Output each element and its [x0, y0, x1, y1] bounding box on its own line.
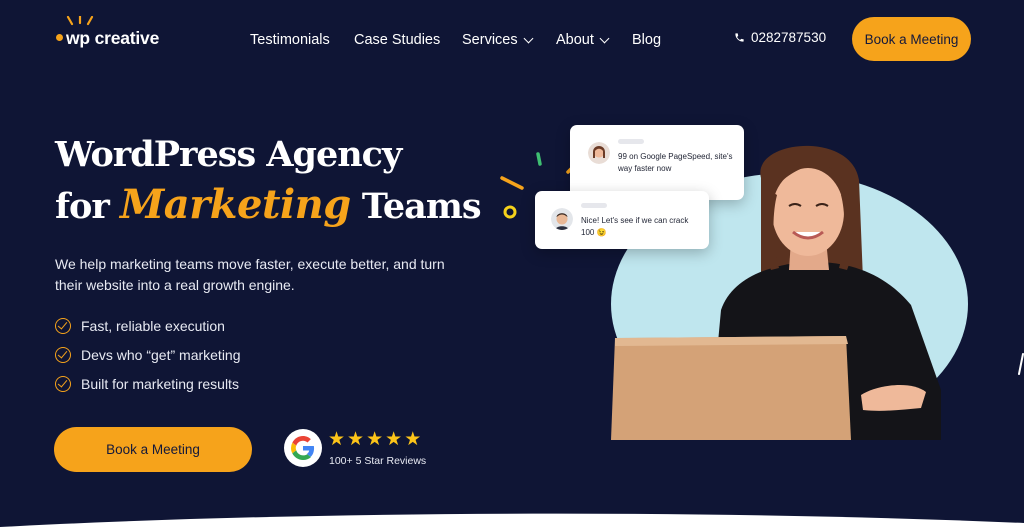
star-icon: ★ — [347, 429, 365, 450]
google-icon — [284, 429, 322, 467]
nav-item-about[interactable]: About — [556, 30, 632, 50]
benefit-item: Devs who “get” marketing — [55, 340, 241, 369]
hero-title-for: for — [55, 186, 110, 227]
book-meeting-hero-button[interactable]: Book a Meeting — [54, 427, 252, 472]
chat-name-placeholder — [618, 139, 644, 144]
nav-item-testimonials[interactable]: Testimonials — [250, 30, 354, 50]
phone-link[interactable]: 0282787530 — [734, 30, 826, 45]
benefit-list: Fast, reliable execution Devs who “get” … — [55, 311, 241, 398]
site-header: wp creative Testimonials Case Studies Se… — [0, 0, 1024, 78]
chevron-down-icon — [523, 33, 534, 43]
check-circle-icon — [55, 317, 71, 334]
nav-label: Testimonials — [250, 32, 330, 48]
chat-card-pagespeed: 99 on Google PageSpeed, site's way faste… — [570, 125, 744, 200]
benefit-item: Built for marketing results — [55, 369, 241, 398]
star-rating: ★ ★ ★ ★ ★ — [328, 430, 421, 450]
bottom-wave-divider — [0, 513, 1024, 529]
avatar-woman-icon — [588, 142, 610, 164]
phone-number: 0282787530 — [751, 30, 827, 45]
benefit-item: Fast, reliable execution — [55, 311, 241, 340]
hero-title: WordPress Agency for Marketing Teams — [55, 130, 482, 232]
nav-label: Services — [462, 32, 518, 48]
check-circle-icon — [55, 375, 71, 392]
chat-message-1: 99 on Google PageSpeed, site's way faste… — [618, 152, 733, 173]
hero-title-end: Teams — [361, 186, 482, 227]
reviews-count: 100+ 5 Star Reviews — [329, 455, 427, 467]
star-icon: ★ — [366, 429, 384, 450]
nav-item-services[interactable]: Services — [462, 30, 556, 50]
chat-card-crack-100: Nice! Let's see if we can crack 100 😉 — [535, 191, 709, 249]
nav-item-case-studies[interactable]: Case Studies — [354, 30, 462, 50]
nav-label: Blog — [632, 32, 662, 48]
star-icon: ★ — [404, 429, 422, 450]
star-icon: ★ — [328, 429, 346, 450]
logo-text: wp creative — [66, 28, 160, 48]
hero-title-line1: WordPress Agency — [55, 134, 402, 175]
hero-title-script: Marketing — [120, 181, 351, 228]
hero-title-line2: for Marketing Teams — [55, 180, 482, 232]
avatar-man-icon — [551, 208, 573, 230]
nav-label: Case Studies — [354, 32, 441, 48]
benefit-label: Devs who “get” marketing — [81, 346, 241, 363]
benefit-label: Built for marketing results — [81, 375, 239, 392]
chevron-down-icon — [599, 33, 610, 43]
chat-message-2: Nice! Let's see if we can crack 100 😉 — [581, 216, 689, 237]
edge-decoration — [1018, 353, 1024, 375]
page: wp creative Testimonials Case Studies Se… — [0, 0, 1024, 529]
google-logo — [291, 436, 315, 460]
main-nav: Testimonials Case Studies Services About… — [250, 30, 672, 50]
nav-label: About — [556, 32, 594, 48]
logo-dot — [56, 34, 63, 41]
star-icon: ★ — [385, 429, 403, 450]
chat-name-placeholder — [581, 203, 607, 208]
nav-item-blog[interactable]: Blog — [632, 30, 672, 50]
benefit-label: Fast, reliable execution — [81, 317, 225, 334]
check-circle-icon — [55, 346, 71, 363]
phone-icon — [735, 33, 744, 42]
book-meeting-header-button[interactable]: Book a Meeting — [852, 17, 971, 61]
hero-subtitle: We help marketing teams move faster, exe… — [55, 256, 445, 293]
